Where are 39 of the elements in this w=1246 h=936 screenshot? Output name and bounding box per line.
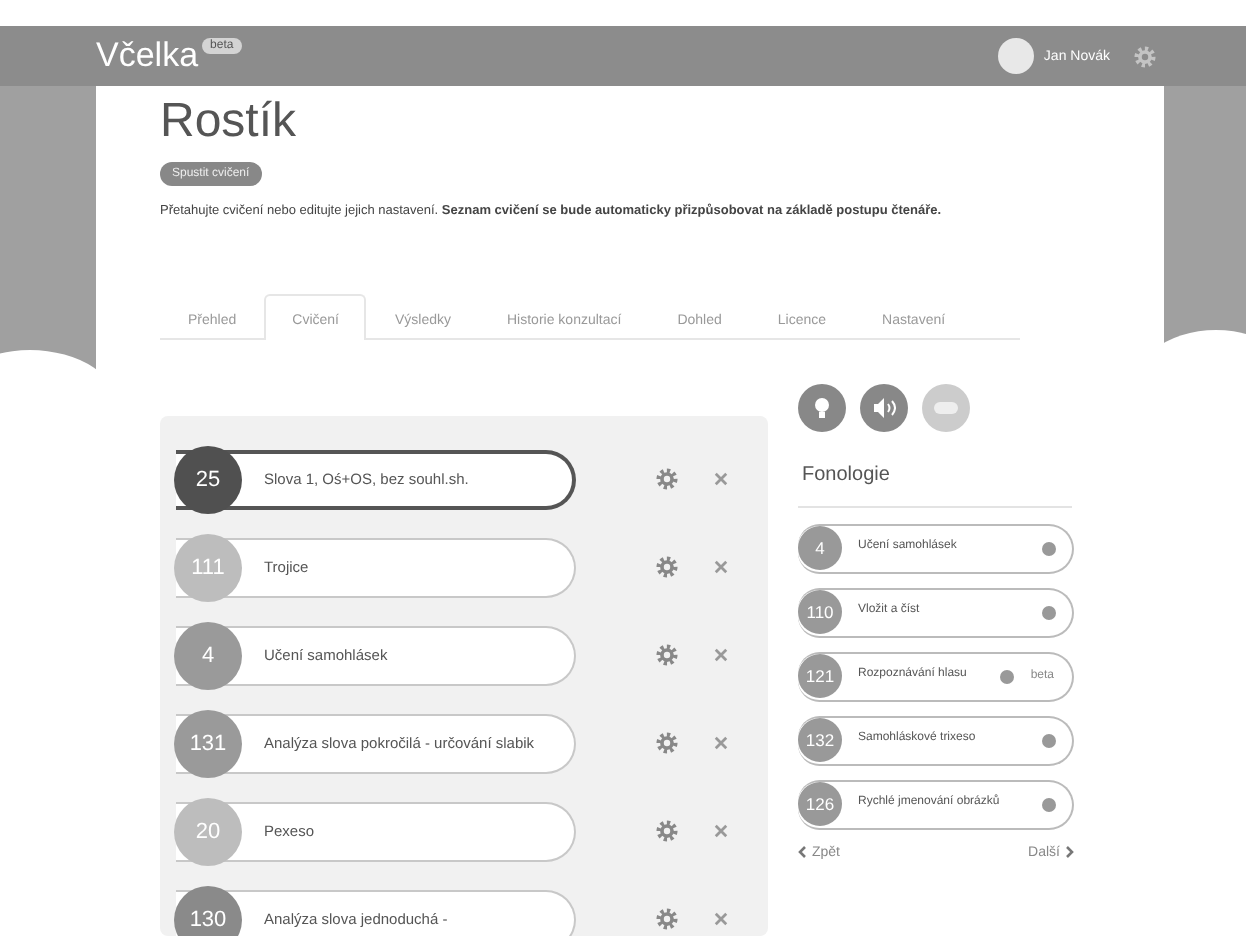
exercise-number: 25 (174, 445, 242, 514)
info-icon (1000, 669, 1015, 684)
exercise-number: 121 (798, 654, 842, 699)
exercise-number: 126 (798, 782, 842, 827)
exercise-number: 111 (174, 533, 242, 602)
exercise-number: 4 (798, 526, 842, 571)
settings-icon[interactable] (656, 556, 678, 579)
chevron-left-icon (798, 846, 806, 859)
close-icon[interactable] (714, 912, 728, 927)
exercise-number: 20 (174, 797, 242, 866)
exercise-number: 130 (174, 885, 242, 936)
info-icon (1042, 733, 1056, 748)
close-icon[interactable] (714, 560, 728, 575)
lightbulb-icon (812, 395, 832, 420)
close-icon[interactable] (714, 736, 728, 751)
exercise-number: 131 (174, 709, 242, 778)
category-button[interactable] (860, 383, 908, 432)
close-icon[interactable] (714, 824, 728, 839)
category-title: Fonologie (802, 463, 892, 486)
settings-icon[interactable] (656, 820, 678, 843)
exercise-number: 4 (174, 621, 242, 690)
close-icon[interactable] (714, 472, 728, 487)
close-icon[interactable] (714, 648, 728, 663)
speaker-icon (872, 397, 896, 418)
settings-icon[interactable] (1134, 45, 1156, 67)
info-icon (1042, 541, 1056, 556)
chevron-right-icon (1066, 846, 1074, 859)
app-logo[interactable]: Včelka (96, 36, 199, 76)
settings-icon[interactable] (656, 644, 678, 667)
user-avatar[interactable] (997, 38, 1034, 74)
info-icon (1042, 797, 1056, 812)
category-button[interactable] (798, 383, 846, 432)
settings-icon[interactable] (656, 732, 678, 755)
settings-icon[interactable] (656, 908, 678, 931)
info-icon (1042, 605, 1056, 620)
page-title: Rostík (160, 94, 299, 150)
exercise-number: 110 (798, 590, 842, 635)
exercise-number: 132 (798, 718, 842, 763)
settings-icon[interactable] (656, 468, 678, 491)
